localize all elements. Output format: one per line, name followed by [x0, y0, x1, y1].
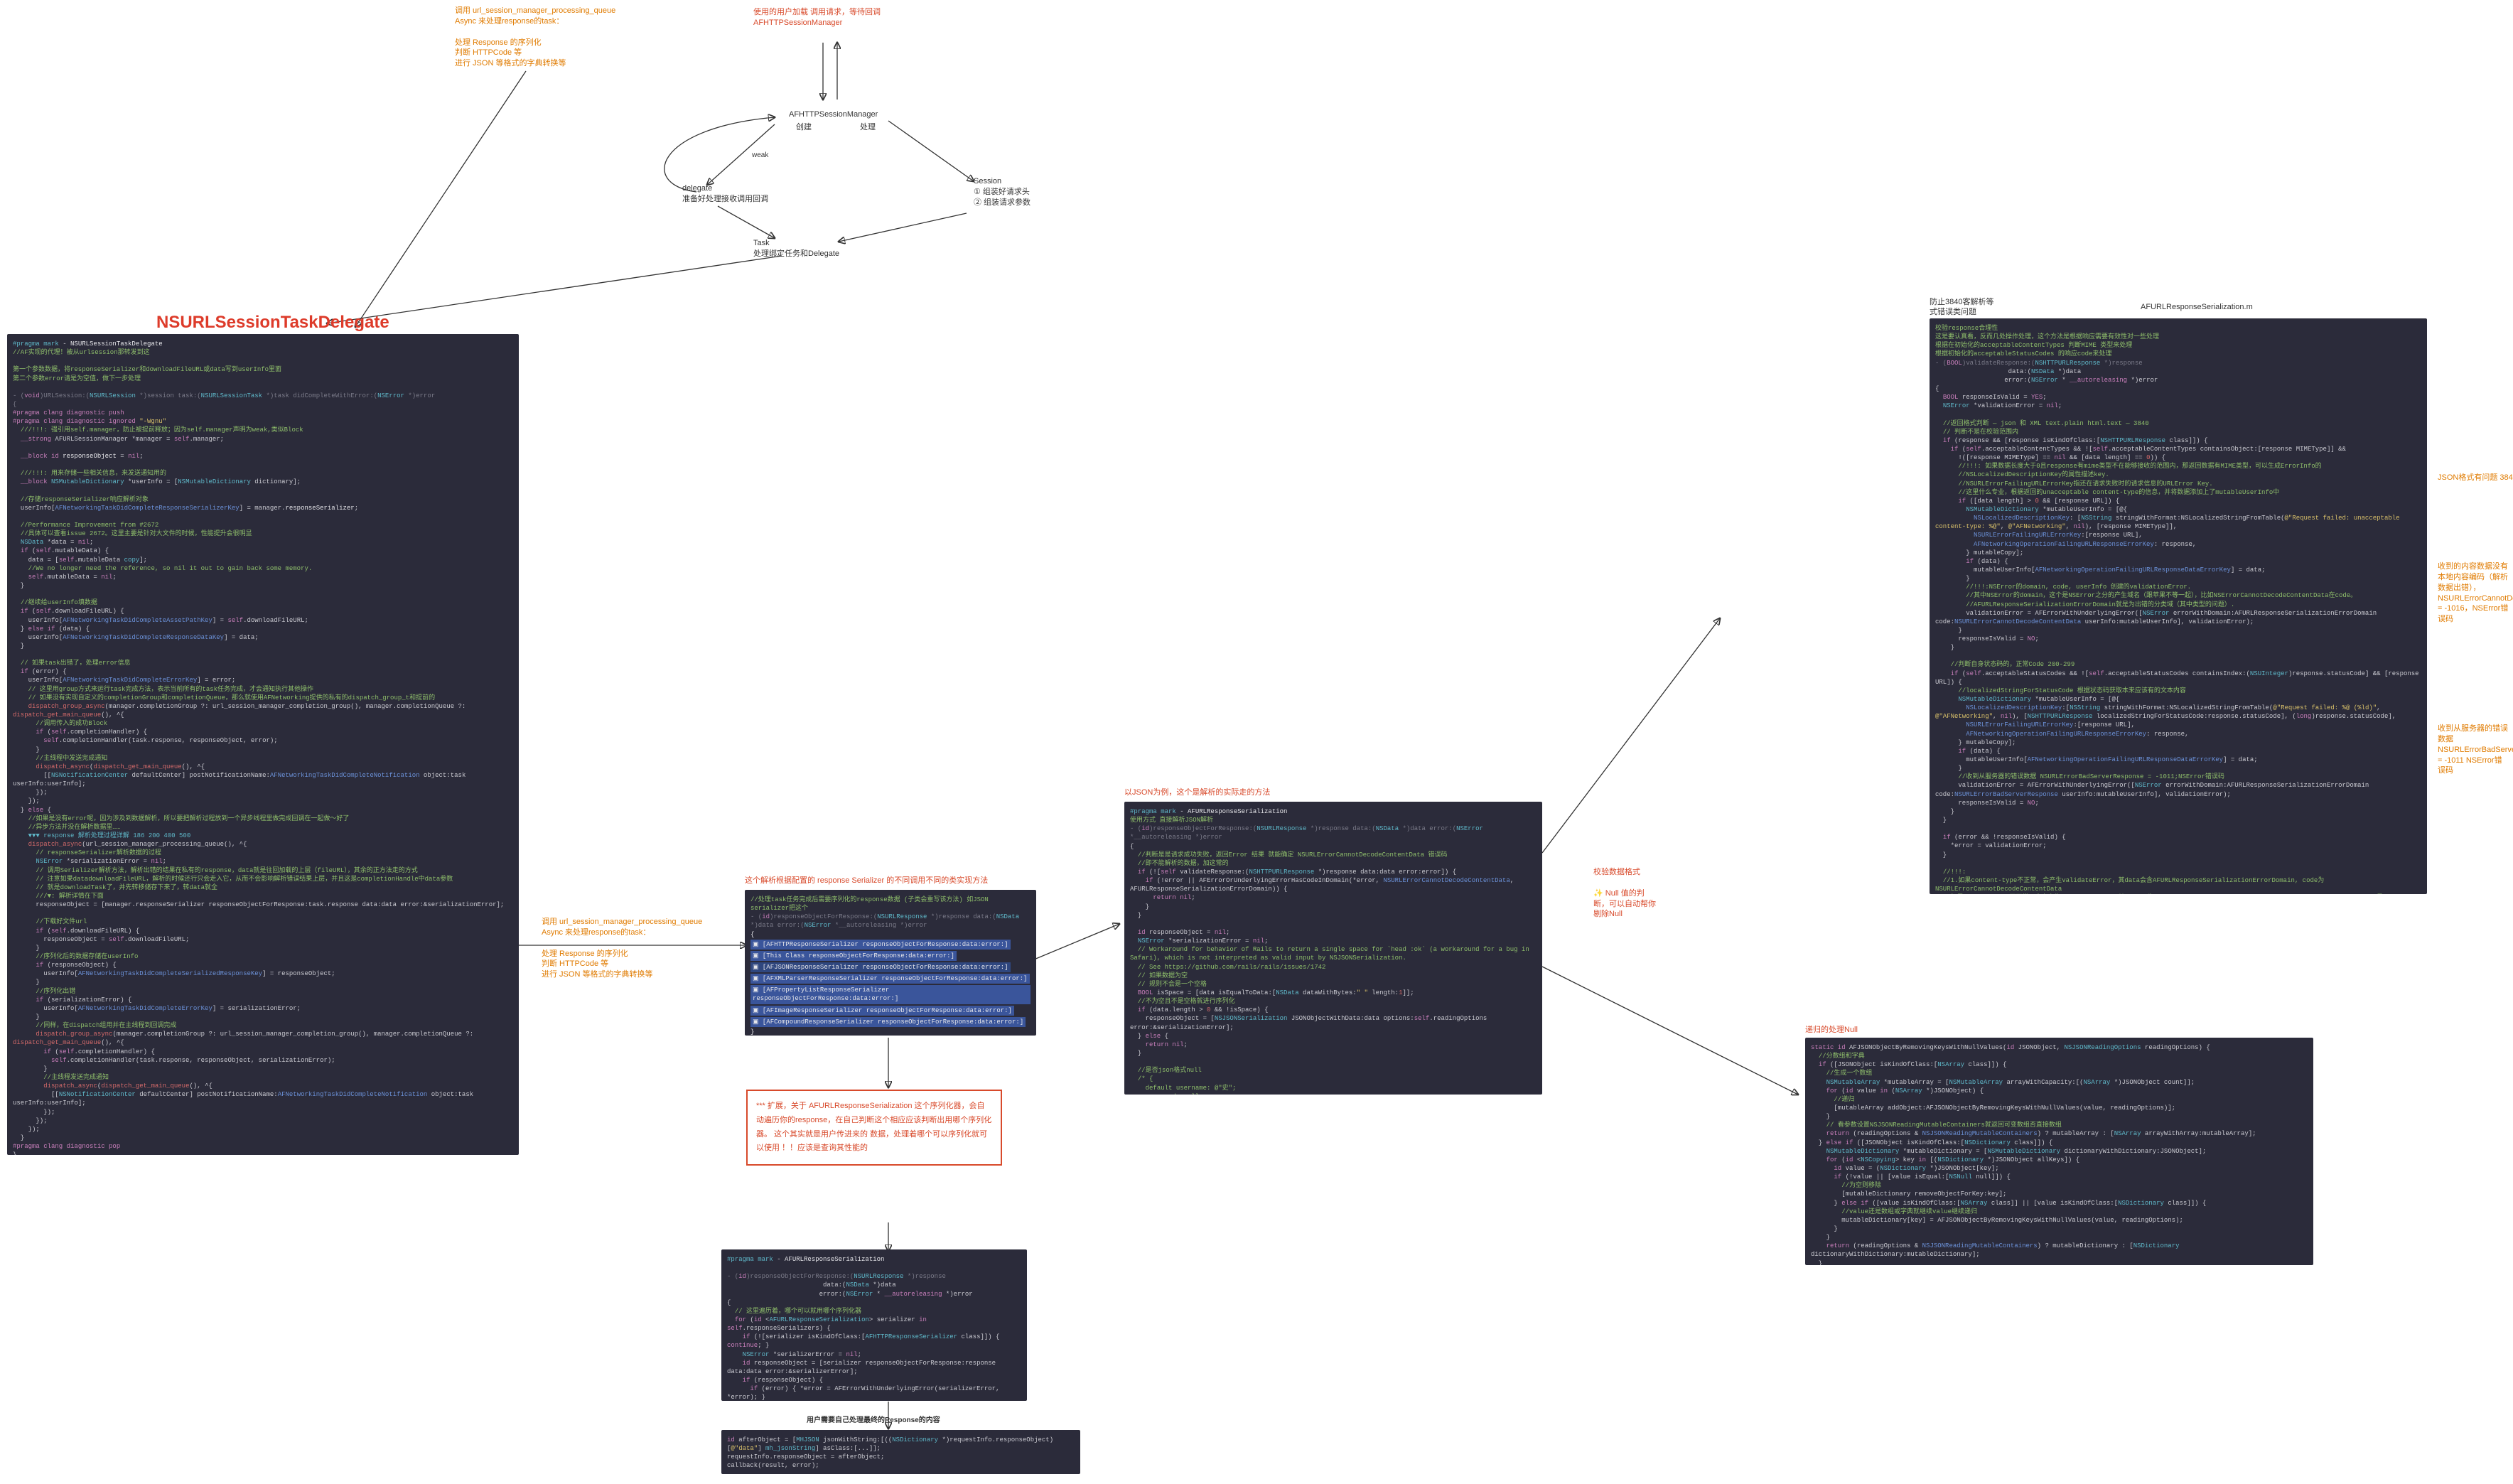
edge-label-handle: 处理	[860, 122, 876, 133]
caption-user-handle: 用户需要自己处理最终的Response的内容	[807, 1416, 940, 1426]
title-null-recurse: 递归的处理Null	[1805, 1025, 1858, 1036]
node-manager: AFHTTPSessionManager	[789, 109, 878, 120]
code-block-footer: id afterObject = [MHJSON jsonWithString:…	[721, 1430, 1080, 1474]
diagram-canvas: 使用的用户加载 调用请求，等待回调 AFHTTPSessionManager A…	[0, 0, 2513, 1484]
code-block-null-removal: static id AFJSONObjectByRemovingKeysWith…	[1805, 1038, 2313, 1265]
node-delegate: delegate 准备好处理接收调用回调	[682, 183, 768, 205]
node-task: Task 处理绑定任务和Delegate	[753, 238, 839, 259]
note-json-3840: JSON格式有问题 3840	[2438, 473, 2513, 483]
note-processing-queue-1: 调用 url_session_manager_processing_queue …	[455, 6, 615, 69]
note-1016: 收到的内容数据没有本地内容编码（解析数据出错），NSURLErrorCannot…	[2438, 561, 2509, 625]
note-serialization-ext: *** 扩展，关于 AFURLResponseSerialization 这个序…	[746, 1090, 1002, 1166]
title-3840-l1: 防止3840客解析等	[1930, 297, 1993, 308]
code-block-serializer-popup: //处理task任务完成后需要序列化的response数据 (子类会重写该方法)…	[745, 890, 1036, 1036]
title-file: AFURLResponseSerialization.m	[2141, 302, 2253, 313]
node-session: Session ① 组装好请求头 ② 组装请求参数	[974, 176, 1031, 208]
note-processing-queue-2: 调用 url_session_manager_processing_queue …	[542, 917, 702, 980]
edge-label-create: 创建	[796, 122, 812, 133]
note-validate: 校验数据格式 ✨ Null 值的判 断，可以自动帮你 剔除Null	[1593, 867, 1656, 920]
note-1011: 收到从服务器的错误数据 NSURLErrorBadServerResponse …	[2438, 724, 2509, 776]
edge-label-weak: weak	[752, 151, 768, 161]
node-user: 使用的用户加载 调用请求，等待回调 AFHTTPSessionManager	[753, 7, 881, 28]
title-serializer-variant: 这个解析根据配置的 response Serializer 的不同调用不同的类实…	[745, 876, 988, 886]
code-block-validate: 校验response合理性 这是要认真看，反而几处操作处理，这个方法是根据响应需…	[1930, 318, 2427, 894]
section-title: NSURLSessionTaskDelegate	[156, 313, 389, 333]
code-block-json-serializer: #pragma mark - AFURLResponseSerializatio…	[1124, 802, 1542, 1095]
title-3840-l2: 式错误类问题	[1930, 307, 1976, 318]
code-block-delegate: #pragma mark - NSURLSessionTaskDelegate …	[7, 334, 519, 1155]
title-json-impl: 以JSON为例，这个是解析的实际走的方法	[1124, 787, 1270, 798]
code-block-generic-serializer: #pragma mark - AFURLResponseSerializatio…	[721, 1249, 1027, 1401]
